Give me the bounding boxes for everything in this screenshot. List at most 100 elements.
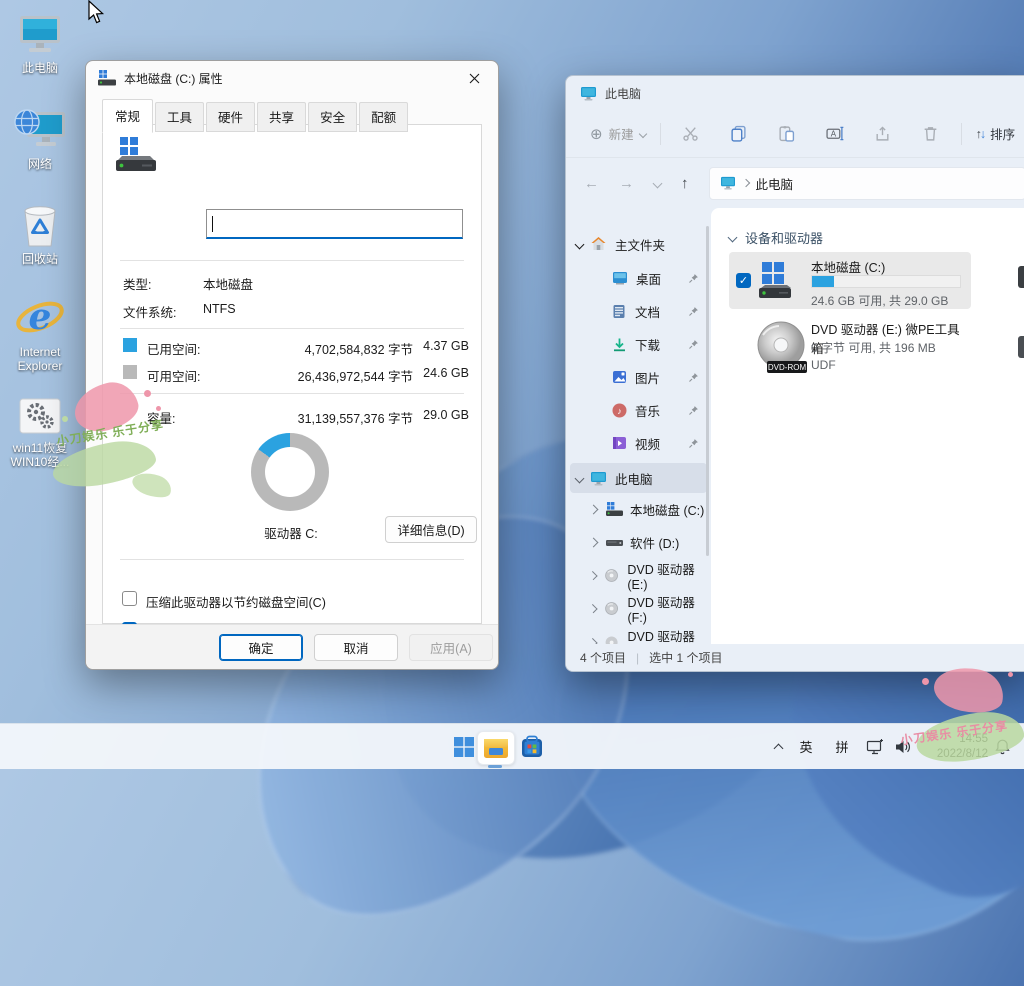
sidebar-item-music[interactable]: ♪ 音乐: [570, 395, 707, 425]
sidebar-item-drive-e[interactable]: DVD 驱动器 (E:): [570, 560, 707, 590]
network-tray-button[interactable]: [866, 724, 884, 769]
trash-icon: [922, 125, 939, 142]
volume-tray-button[interactable]: [894, 724, 912, 769]
back-button[interactable]: ←: [584, 175, 599, 192]
tab-quota[interactable]: 配额: [359, 102, 408, 132]
capacity-size: 29.0 GB: [413, 408, 469, 422]
taskbar: 英 拼 14:55 2022/8/12: [0, 723, 1024, 769]
desktop-icon-network[interactable]: 网络: [1, 108, 79, 171]
desktop-icon-internet-explorer[interactable]: e Internet Explorer: [1, 296, 79, 373]
breadcrumb-root[interactable]: 此电脑: [756, 174, 794, 193]
chevron-right-icon[interactable]: [588, 603, 597, 612]
volume-label-input[interactable]: [206, 209, 463, 239]
details-button[interactable]: 详细信息(D): [385, 516, 477, 543]
windows-logo-icon: [453, 736, 475, 758]
sidebar-item-documents[interactable]: 文档: [570, 296, 707, 326]
dvd-drive-item[interactable]: DVD-ROM DVD 驱动器 (E:) 微PE工具箱 0 字节 可用, 共 1…: [729, 316, 971, 378]
sidebar-item-label: DVD 驱动器 (E:): [627, 559, 707, 592]
chevron-right-icon[interactable]: [589, 537, 599, 547]
sidebar-item-drive-d[interactable]: 软件 (D:): [570, 527, 707, 557]
desktop-icon-recycle-bin[interactable]: 回收站: [1, 203, 79, 266]
rename-button[interactable]: A: [822, 121, 848, 147]
desktop-icon-this-pc[interactable]: 此电脑: [1, 12, 79, 75]
tab-hardware[interactable]: 硬件: [206, 102, 255, 132]
section-header-devices[interactable]: 设备和驱动器: [729, 228, 823, 247]
up-button[interactable]: ↑: [681, 175, 689, 192]
sidebar-item-label: 主文件夹: [615, 235, 665, 254]
chevron-right-icon[interactable]: [589, 504, 599, 514]
bell-icon: [994, 738, 1011, 755]
cancel-button[interactable]: 取消: [314, 634, 398, 661]
start-button[interactable]: [448, 731, 480, 763]
breadcrumb-chevron-icon: [741, 179, 749, 187]
toolbar-divider: [961, 123, 962, 145]
file-explorer-button[interactable]: [477, 731, 515, 765]
compress-checkbox[interactable]: [122, 591, 137, 606]
dialog-titlebar[interactable]: 本地磁盘 (C:) 属性: [86, 61, 498, 95]
paste-button[interactable]: [774, 121, 800, 147]
sort-button[interactable]: ↑↓ 排序: [968, 119, 1024, 148]
speaker-icon: [894, 739, 912, 755]
sidebar-scrollbar[interactable]: [706, 226, 709, 556]
tray-chevron[interactable]: [766, 724, 790, 769]
dialog-title: 本地磁盘 (C:) 属性: [124, 70, 223, 87]
pin-icon: [688, 372, 699, 383]
status-divider: |: [636, 651, 639, 665]
explorer-window: 此电脑 ⊕ 新建 A ↑↓ 排序 ←: [565, 75, 1024, 672]
status-item-count: 4 个项目: [580, 649, 626, 666]
drive-c-tile[interactable]: ✓ 本地磁盘 (C:) 24.6 GB 可用, 共 29.0 GB: [729, 252, 971, 309]
toolbar-divider: [660, 123, 661, 145]
ime-pinyin-indicator[interactable]: 拼: [828, 724, 856, 769]
divider: [120, 328, 464, 329]
chevron-down-icon[interactable]: [575, 473, 585, 483]
delete-button[interactable]: [918, 121, 944, 147]
compress-checkbox-label: 压缩此驱动器以节约磁盘空间(C): [146, 592, 326, 611]
desktop-icon-win11-restore[interactable]: win11恢复 WIN10经...: [1, 392, 79, 469]
new-button[interactable]: ⊕ 新建: [582, 119, 654, 148]
sidebar-item-videos[interactable]: 视频: [570, 428, 707, 458]
drive-c-icon: [757, 260, 793, 300]
network-icon: [1, 108, 79, 154]
close-button[interactable]: [454, 63, 494, 93]
sort-button-label: 排序: [990, 124, 1015, 143]
clock-tray[interactable]: 14:55 2022/8/12: [922, 724, 988, 769]
partial-item-icon: [1018, 266, 1024, 288]
status-selected-count: 选中 1 个项目: [649, 649, 722, 666]
desktop-icon-label: Internet Explorer: [1, 345, 79, 373]
sidebar-item-desktop[interactable]: 桌面: [570, 263, 707, 293]
tab-tools[interactable]: 工具: [155, 102, 204, 132]
sidebar-item-pictures[interactable]: 图片: [570, 362, 707, 392]
tab-general[interactable]: 常规: [102, 99, 153, 133]
notifications-tray-button[interactable]: [994, 724, 1011, 769]
sidebar-item-label: DVD 驱动器 (F:): [627, 592, 707, 625]
explorer-titlebar[interactable]: 此电脑: [566, 76, 1024, 110]
free-space-size: 24.6 GB: [413, 366, 469, 380]
history-chevron-icon[interactable]: [653, 178, 663, 188]
address-bar[interactable]: 此电脑: [709, 167, 1024, 200]
copy-button[interactable]: [726, 121, 752, 147]
sidebar-item-drive-f[interactable]: DVD 驱动器 (F:): [570, 593, 707, 623]
cut-button[interactable]: [678, 121, 704, 147]
divider: [120, 260, 464, 261]
sidebar-item-downloads[interactable]: 下载: [570, 329, 707, 359]
chevron-right-icon[interactable]: [588, 570, 597, 579]
pin-icon: [688, 339, 699, 350]
ok-button[interactable]: 确定: [219, 634, 303, 661]
tab-sharing[interactable]: 共享: [257, 102, 306, 132]
divider: [120, 393, 464, 394]
sidebar-item-drive-c[interactable]: 本地磁盘 (C:): [570, 494, 707, 524]
share-button[interactable]: [870, 121, 896, 147]
sidebar-item-home[interactable]: 主文件夹: [570, 229, 707, 259]
apply-button[interactable]: 应用(A): [409, 634, 493, 661]
ime-english-indicator[interactable]: 英: [792, 724, 820, 769]
used-space-bytes: 4,702,584,832 字节: [253, 339, 413, 358]
microsoft-store-button[interactable]: [516, 731, 548, 763]
sidebar-item-this-pc[interactable]: 此电脑: [570, 463, 707, 493]
forward-button[interactable]: →: [619, 175, 634, 192]
item-checkbox[interactable]: ✓: [736, 273, 751, 288]
chevron-down-icon[interactable]: [575, 239, 585, 249]
this-pc-icon: [1, 12, 79, 58]
tab-security[interactable]: 安全: [308, 102, 357, 132]
explorer-toolbar: ⊕ 新建 A ↑↓ 排序: [566, 110, 1024, 158]
dialog-tabs: 常规 工具 硬件 共享 安全 配额: [102, 99, 410, 132]
